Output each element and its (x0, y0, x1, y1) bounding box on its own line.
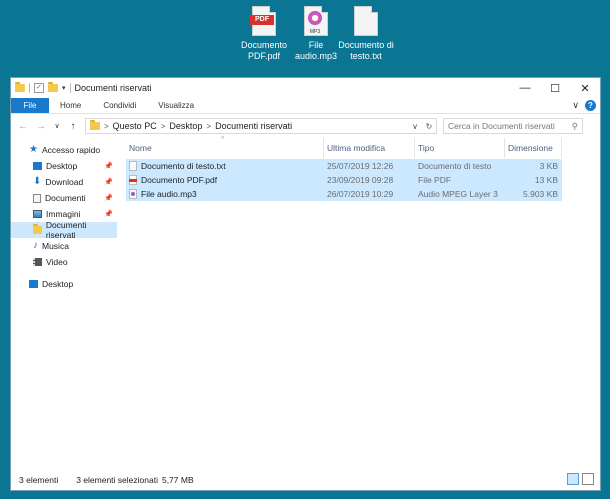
pdf-file-icon: PDF (250, 6, 276, 36)
text-file-icon (129, 161, 137, 171)
refresh-button[interactable]: ↻ (422, 119, 436, 133)
pin-icon[interactable]: 📌 (104, 178, 113, 186)
sidebar-item-documenti[interactable]: Documenti 📌 (11, 190, 117, 206)
file-type: File PDF (418, 175, 452, 185)
maximize-button[interactable]: ☐ (540, 78, 570, 98)
file-modified: 26/07/2019 10:29 (327, 189, 394, 199)
column-headers: Nome Ultima modifica Tipo Dimensione (117, 138, 600, 158)
properties-icon[interactable]: ✓ (34, 83, 44, 93)
column-type[interactable]: Tipo (415, 138, 505, 158)
file-size: 3 KB (539, 161, 558, 171)
column-size[interactable]: Dimensione (505, 138, 562, 158)
folder-icon (15, 82, 25, 92)
sidebar-item-download[interactable]: ⬇ Download 📌 (11, 174, 117, 190)
item-count: 3 elementi (19, 475, 59, 485)
ribbon-tabs: File Home Condividi Visualizza ∨ ? (11, 98, 600, 114)
window-controls: — ☐ ✕ (510, 78, 600, 98)
breadcrumb-this-pc[interactable]: Questo PC (113, 121, 157, 131)
music-icon: ♪ (33, 240, 38, 251)
sidebar-item-desktop[interactable]: Desktop 📌 (11, 158, 117, 174)
mp3-file-icon (129, 189, 137, 199)
video-icon (33, 258, 42, 266)
breadcrumb-current[interactable]: Documenti riservati (215, 121, 292, 131)
tab-home[interactable]: Home (49, 98, 92, 113)
status-bar: 3 elementi 3 elementi selezionati 5,77 M… (11, 470, 600, 490)
title-bar[interactable]: ✓ ▾ Documenti riservati — ☐ ✕ (11, 78, 600, 98)
forward-button[interactable]: → (35, 121, 47, 132)
file-modified: 25/07/2019 12:26 (327, 161, 394, 171)
up-button[interactable]: ↑ (67, 121, 79, 132)
sidebar-item-desktop-root[interactable]: Desktop (11, 276, 117, 292)
file-type: Audio MPEG Layer 3 (418, 189, 498, 199)
navigation-pane: ★ Accesso rapido Desktop 📌 ⬇ Download 📌 … (11, 138, 117, 470)
mp3-file-icon: MP3 (304, 6, 328, 36)
recent-locations-button[interactable]: ∨ (53, 122, 61, 130)
pin-icon[interactable]: 📌 (104, 194, 113, 202)
folder-icon (33, 224, 42, 234)
sidebar-item-documenti-riservati[interactable]: Documenti riservati (11, 220, 117, 240)
close-button[interactable]: ✕ (570, 78, 600, 98)
download-icon: ⬇ (33, 176, 42, 187)
address-bar[interactable]: > Questo PC > Desktop > Documenti riserv… (85, 118, 437, 134)
customize-toolbar-icon[interactable]: ▾ (62, 84, 66, 92)
search-input[interactable]: Cerca in Documenti riservati ⚲ (443, 118, 583, 134)
desktop-icon-pdf[interactable]: PDF Documento PDF.pdf (236, 6, 292, 62)
back-button[interactable]: ← (17, 121, 29, 132)
sidebar-item-quick-access[interactable]: ★ Accesso rapido (11, 142, 117, 158)
divider (29, 83, 30, 93)
navigation-bar: ← → ∨ ↑ > Questo PC > Desktop > Document… (11, 114, 600, 138)
file-row[interactable]: Documento PDF.pdf 23/09/2019 09:28 File … (126, 173, 562, 187)
desktop-icon-txt[interactable]: Documento di testo.txt (338, 6, 394, 62)
quick-access-toolbar: ✓ ▾ (15, 82, 71, 93)
tab-share[interactable]: Condividi (92, 98, 147, 113)
star-icon: ★ (29, 144, 38, 155)
window-title: Documenti riservati (74, 83, 152, 93)
expand-ribbon-button[interactable]: ∨ (572, 100, 579, 111)
desktop-icon-mp3[interactable]: MP3 File audio.mp3 (288, 6, 344, 62)
file-modified: 23/09/2019 09:28 (327, 175, 394, 185)
desktop-icon (29, 280, 38, 288)
file-size: 13 KB (534, 175, 558, 185)
desktop-icon-label: Documento PDF.pdf (240, 40, 288, 61)
search-icon: ⚲ (571, 120, 578, 131)
help-icon[interactable]: ? (585, 100, 596, 111)
pdf-file-icon (129, 175, 137, 185)
file-name: Documento PDF.pdf (141, 175, 218, 185)
details-view-button[interactable] (567, 473, 579, 485)
minimize-button[interactable]: — (510, 78, 540, 98)
documents-icon (33, 193, 41, 203)
pictures-icon (33, 210, 42, 218)
column-name[interactable]: Nome (126, 138, 324, 158)
tab-file[interactable]: File (11, 98, 49, 113)
text-file-icon (354, 6, 378, 36)
address-dropdown-button[interactable]: ∨ (408, 119, 422, 133)
file-name: File audio.mp3 (141, 189, 197, 199)
sidebar-item-video[interactable]: Video (11, 254, 117, 270)
file-row[interactable]: File audio.mp3 26/07/2019 10:29 Audio MP… (126, 187, 562, 201)
large-icons-view-button[interactable] (582, 473, 594, 485)
new-folder-icon[interactable] (48, 82, 58, 92)
desktop-icon-label: Documento di testo.txt (338, 40, 394, 61)
file-type: Documento di testo (418, 161, 492, 171)
file-name: Documento di testo.txt (141, 161, 226, 171)
sidebar-item-musica[interactable]: ♪ Musica (11, 238, 117, 254)
divider (69, 83, 71, 93)
desktop-icon (33, 162, 42, 170)
desktop-icon-label: File audio.mp3 (294, 40, 338, 61)
breadcrumb-desktop[interactable]: Desktop (169, 121, 202, 131)
search-placeholder: Cerca in Documenti riservati (448, 121, 555, 131)
explorer-window: ✓ ▾ Documenti riservati — ☐ ✕ File Home … (10, 77, 601, 491)
tab-view[interactable]: Visualizza (147, 98, 205, 113)
file-list: ^ Nome Ultima modifica Tipo Dimensione D… (117, 136, 600, 470)
file-row[interactable]: Documento di testo.txt 25/07/2019 12:26 … (126, 159, 562, 173)
pin-icon[interactable]: 📌 (104, 210, 113, 218)
pin-icon[interactable]: 📌 (104, 162, 113, 170)
selection-size: 5,77 MB (161, 475, 194, 485)
file-size: 5.903 KB (523, 189, 558, 199)
folder-icon (90, 120, 100, 130)
selection-count: 3 elementi selezionati (76, 475, 158, 485)
column-modified[interactable]: Ultima modifica (324, 138, 415, 158)
